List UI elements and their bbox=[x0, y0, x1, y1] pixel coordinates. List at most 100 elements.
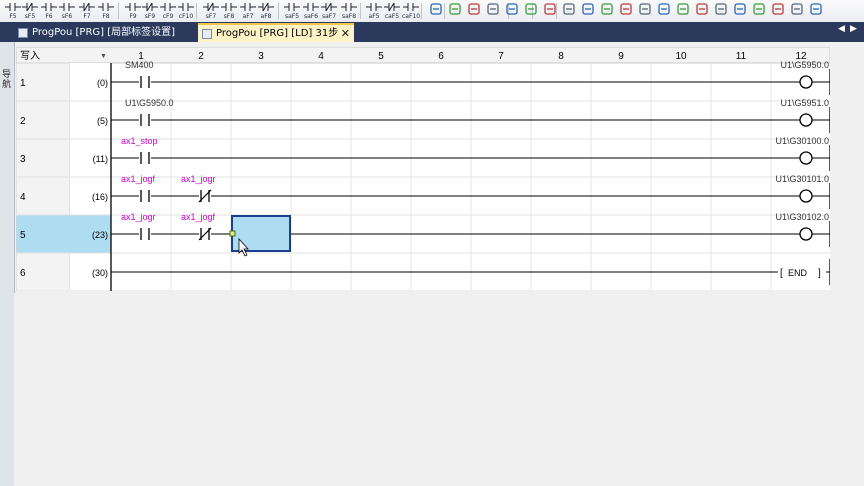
coil-circle bbox=[799, 151, 813, 165]
copy-icon-glyph bbox=[620, 3, 632, 15]
toolbar-key-label: sF6 bbox=[61, 13, 73, 20]
coil[interactable]: U1\G5950.0 bbox=[780, 60, 829, 89]
coil-circle bbox=[799, 227, 813, 241]
scroll-left-icon[interactable]: ◀ bbox=[838, 24, 845, 34]
contact[interactable]: ax1_jogr bbox=[121, 212, 156, 240]
monitor-icon[interactable] bbox=[466, 1, 482, 21]
row-number: 6 bbox=[20, 268, 26, 279]
replace-icon-glyph bbox=[582, 3, 594, 15]
toolbar: F5 sF5 F6 sF6 F7 F8 F9 sF9 cF9 cF10 sF7 sF8 aF7 aF8 sa… bbox=[0, 0, 864, 23]
contact[interactable]: U1\G5950.0 bbox=[125, 98, 174, 126]
toolbar-separator bbox=[421, 3, 422, 19]
copy-icon[interactable] bbox=[618, 1, 634, 21]
coil[interactable]: U1\G30101.0 bbox=[775, 174, 829, 203]
toolbar-button-caf5[interactable]: caF5 bbox=[383, 1, 401, 21]
cut-icon[interactable] bbox=[599, 1, 615, 21]
ladder-symbol-icon bbox=[366, 3, 382, 11]
toolbar-button-cf9[interactable]: cF9 bbox=[159, 1, 177, 21]
contact[interactable]: ax1_stop bbox=[121, 136, 158, 164]
toolbar-button-af5[interactable]: aF5 bbox=[365, 1, 383, 21]
contact-label: ax1_jogr bbox=[121, 212, 156, 222]
coil-circle bbox=[799, 189, 813, 203]
menu-icon[interactable] bbox=[789, 1, 805, 21]
toolbar-button-sf6[interactable]: sF6 bbox=[58, 1, 76, 21]
replace-icon[interactable] bbox=[580, 1, 596, 21]
toolbar-key-label: F6 bbox=[45, 13, 53, 20]
contact[interactable]: ax1_jogr bbox=[181, 174, 216, 203]
document-tab-bar: ProgPou [PRG] [局部标签设置] ProgPou [PRG] [LD… bbox=[0, 22, 864, 42]
ladder-symbol-icon bbox=[125, 3, 141, 11]
read-icon[interactable] bbox=[504, 1, 520, 21]
ladder-diagram[interactable]: 写入 ▼ 1 2 3 4 5 6 7 8 9 10 11 12 1 (0)2 (5)3 (11)4 (16)5… bbox=[16, 47, 830, 292]
toolbar-button-sf8[interactable]: sF8 bbox=[220, 1, 238, 21]
coil[interactable]: U1\G30102.0 bbox=[775, 212, 829, 241]
list-icon[interactable] bbox=[770, 1, 786, 21]
scroll-right-icon[interactable]: ▶ bbox=[850, 24, 857, 34]
toolbar-separator bbox=[360, 3, 361, 19]
contact[interactable]: ax1_jogf bbox=[121, 174, 156, 202]
tab-ladder-program[interactable]: ProgPou [PRG] [LD] 31步 ✕ bbox=[198, 23, 354, 42]
toolbar-key-label: cF10 bbox=[178, 13, 194, 20]
toolbar-button-f6[interactable]: F6 bbox=[40, 1, 58, 21]
zoom-icon[interactable] bbox=[694, 1, 710, 21]
ladder-editor[interactable]: 写入 ▼ 1 2 3 4 5 6 7 8 9 10 11 12 1 (0) 2 (5) 3 (11) 4 (16) 5… bbox=[16, 47, 830, 292]
toolbar-button-saf5[interactable]: saF5 bbox=[283, 1, 301, 21]
contact[interactable]: SM400 bbox=[125, 60, 154, 88]
delete-line-icon[interactable] bbox=[675, 1, 691, 21]
verify-icon[interactable] bbox=[523, 1, 539, 21]
toolbar-button-sf7[interactable]: sF7 bbox=[202, 1, 220, 21]
coil-label: U1\G30101.0 bbox=[775, 174, 829, 184]
line-icon[interactable] bbox=[656, 1, 672, 21]
contact[interactable]: ax1_jogf bbox=[181, 212, 216, 241]
list-icon-glyph bbox=[772, 3, 784, 15]
convert-icon[interactable] bbox=[447, 1, 463, 21]
close-icon[interactable]: ✕ bbox=[341, 25, 350, 43]
toolbar-key-label: aF8 bbox=[260, 13, 272, 20]
toolbar-button-saf7[interactable]: saF7 bbox=[320, 1, 338, 21]
ladder-symbol-icon bbox=[41, 3, 57, 11]
toolbar-key-label: sF7 bbox=[205, 13, 217, 20]
toolbar-button-f7[interactable]: F7 bbox=[78, 1, 96, 21]
step-number: (5) bbox=[97, 116, 108, 126]
coil[interactable]: U1\G30100.0 bbox=[775, 136, 829, 165]
toolbar-button-af8[interactable]: aF8 bbox=[257, 1, 275, 21]
toolbar-key-label: aF5 bbox=[368, 13, 380, 20]
toolbar-button-sf9[interactable]: sF9 bbox=[141, 1, 159, 21]
compile-icon[interactable] bbox=[428, 1, 444, 21]
tab-local-label-setting[interactable]: ProgPou [PRG] [局部标签设置] bbox=[14, 24, 198, 42]
toolbar-button-sf5[interactable]: sF5 bbox=[21, 1, 39, 21]
toolbar-key-label: F8 bbox=[102, 13, 110, 20]
toolbar-button-saf8[interactable]: saF8 bbox=[340, 1, 358, 21]
more-icon[interactable] bbox=[808, 1, 824, 21]
ladder-symbol-icon bbox=[403, 3, 419, 11]
end-label: END bbox=[788, 268, 808, 278]
toolbar-button-saf6[interactable]: saF6 bbox=[302, 1, 320, 21]
toolbar-button-caf10[interactable]: caF10 bbox=[402, 1, 420, 21]
search-icon[interactable] bbox=[713, 1, 729, 21]
write-icon[interactable] bbox=[485, 1, 501, 21]
paste-icon[interactable] bbox=[637, 1, 653, 21]
coil[interactable]: U1\G5951.0 bbox=[780, 98, 829, 127]
toolbar-key-label: F7 bbox=[83, 13, 91, 20]
mode-dropdown-icon[interactable]: ▼ bbox=[100, 53, 107, 60]
undo-icon[interactable] bbox=[542, 1, 558, 21]
document-icon bbox=[18, 28, 28, 38]
end-bracket-right: ] bbox=[818, 268, 821, 279]
toolbar-button-f9[interactable]: F9 bbox=[124, 1, 142, 21]
contact-label: ax1_jogr bbox=[181, 174, 216, 184]
step-number: (11) bbox=[93, 154, 108, 164]
comment-icon[interactable] bbox=[751, 1, 767, 21]
find-icon[interactable] bbox=[561, 1, 577, 21]
toolbar-button-f8[interactable]: F8 bbox=[97, 1, 115, 21]
column-header-3: 3 bbox=[258, 51, 264, 62]
row-number: 1 bbox=[20, 78, 26, 89]
toolbar-button-f5[interactable]: F5 bbox=[4, 1, 22, 21]
navigation-side-panel[interactable]: 导航 bbox=[0, 42, 15, 486]
toolbar-button-cf10[interactable]: cF10 bbox=[177, 1, 195, 21]
column-header-6: 6 bbox=[438, 51, 444, 62]
end-instruction[interactable]: [END] bbox=[778, 265, 826, 279]
menu-icon-glyph bbox=[791, 3, 803, 15]
toolbar-button-af7[interactable]: aF7 bbox=[239, 1, 257, 21]
device-icon[interactable] bbox=[732, 1, 748, 21]
ladder-symbol-icon bbox=[79, 2, 95, 12]
